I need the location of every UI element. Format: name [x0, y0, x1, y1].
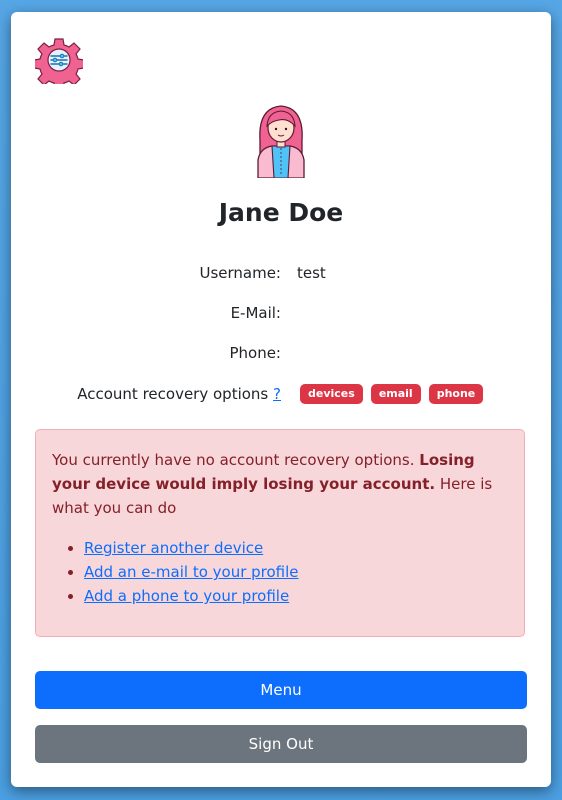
list-item: Register another device	[84, 536, 508, 560]
sign-out-button[interactable]: Sign Out	[35, 725, 527, 763]
username-value: test	[297, 264, 326, 282]
recovery-options-label-group: Account recovery options ?	[77, 383, 281, 405]
badge-devices: devices	[300, 384, 363, 404]
phone-row: Phone:	[11, 342, 551, 364]
add-phone-link[interactable]: Add a phone to your profile	[84, 587, 289, 605]
alert-text-before: You currently have no account recovery o…	[52, 451, 420, 469]
alert-message: You currently have no account recovery o…	[52, 448, 508, 520]
recovery-options-label: Account recovery options	[77, 385, 269, 403]
list-item: Add a phone to your profile	[84, 584, 508, 608]
user-name-heading: Jane Doe	[218, 198, 344, 227]
recovery-badges: devices email phone	[300, 383, 484, 405]
register-device-link[interactable]: Register another device	[84, 539, 263, 557]
profile-card: Jane Doe Username: test E-Mail: Phone: A…	[11, 12, 551, 787]
username-row: Username: test	[11, 262, 551, 284]
username-label: Username:	[199, 264, 281, 282]
recovery-warning-alert: You currently have no account recovery o…	[35, 429, 525, 637]
email-row: E-Mail:	[11, 302, 551, 324]
recovery-help-link[interactable]: ?	[273, 385, 281, 403]
badge-phone: phone	[428, 384, 484, 404]
menu-button[interactable]: Menu	[35, 671, 527, 709]
email-label: E-Mail:	[230, 304, 281, 322]
phone-label: Phone:	[229, 344, 281, 362]
add-email-link[interactable]: Add an e-mail to your profile	[84, 563, 299, 581]
user-avatar	[252, 100, 310, 179]
list-item: Add an e-mail to your profile	[84, 560, 508, 584]
badge-email: email	[370, 384, 421, 404]
settings-gear-icon[interactable]	[33, 36, 85, 90]
alert-action-list: Register another device Add an e-mail to…	[52, 536, 508, 608]
recovery-options-row: Account recovery options ? devices email…	[11, 383, 551, 405]
